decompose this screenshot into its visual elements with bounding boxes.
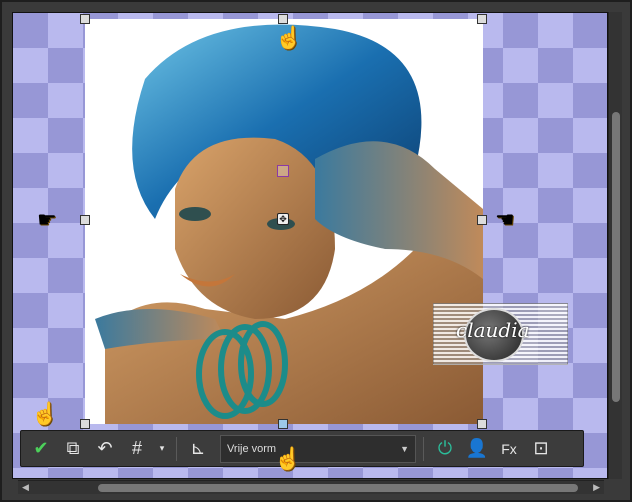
handle-middle-right[interactable] [477, 215, 487, 225]
pointing-hand-icon: ☚ [495, 207, 515, 232]
scroll-right-arrow-icon[interactable]: ▶ [593, 482, 600, 493]
watermark: claudia [433, 303, 568, 365]
handle-top-middle[interactable] [278, 14, 288, 24]
grid-icon[interactable]: # [123, 435, 151, 463]
handle-bottom-middle[interactable] [278, 419, 288, 429]
toolbar-divider [423, 436, 424, 461]
pick-tool-toolbar: ✔ ⧉ ↶ # ▾ ⊾ Vrije vorm ▼ ⏻ 👤 Fx ⊡ [20, 430, 584, 467]
pointing-hand-icon: ☝ [274, 446, 302, 471]
apply-checkmark-icon[interactable]: ✔ [27, 435, 55, 463]
horizontal-scrollbar[interactable]: ◀ ▶ [18, 480, 604, 494]
pointing-hand-icon: ☝ [275, 25, 303, 50]
mode-dropdown-value: Vrije vorm [227, 442, 277, 455]
watermark-text: claudia [456, 318, 530, 342]
chevron-down-icon: ▼ [400, 443, 409, 454]
grid-menu-chevron-icon[interactable]: ▾ [155, 435, 169, 463]
handle-top-left[interactable] [80, 14, 90, 24]
mode-dropdown[interactable]: Vrije vorm ▼ [220, 434, 416, 463]
handle-bottom-right[interactable] [477, 419, 487, 429]
handle-middle-left[interactable] [80, 215, 90, 225]
toolbar-divider [176, 436, 177, 461]
canvas-area[interactable]: claudia ✥ ☝ ☛ ☚ ☝ [12, 12, 608, 479]
reset-icon[interactable]: ↶ [91, 435, 119, 463]
effects-fx-icon[interactable]: Fx [495, 435, 523, 463]
pointing-hand-icon: ☝ [31, 401, 59, 426]
vertical-scrollbar[interactable] [608, 12, 622, 479]
handle-bottom-left[interactable] [80, 419, 90, 429]
handle-top-right[interactable] [477, 14, 487, 24]
align-icon[interactable]: ⊾ [184, 435, 212, 463]
transform-icon[interactable]: ⧉ [59, 435, 87, 463]
vertical-scroll-thumb[interactable] [612, 112, 620, 402]
rotation-handle[interactable] [277, 165, 289, 177]
pointing-hand-icon: ☛ [37, 207, 57, 232]
screen-capture-icon[interactable]: ⊡ [527, 435, 555, 463]
scroll-left-arrow-icon[interactable]: ◀ [22, 482, 29, 493]
power-icon[interactable]: ⏻ [431, 435, 459, 463]
portrait-icon[interactable]: 👤 [463, 435, 491, 463]
horizontal-scroll-thumb[interactable] [98, 484, 578, 492]
pivot-point-icon[interactable]: ✥ [277, 213, 289, 225]
